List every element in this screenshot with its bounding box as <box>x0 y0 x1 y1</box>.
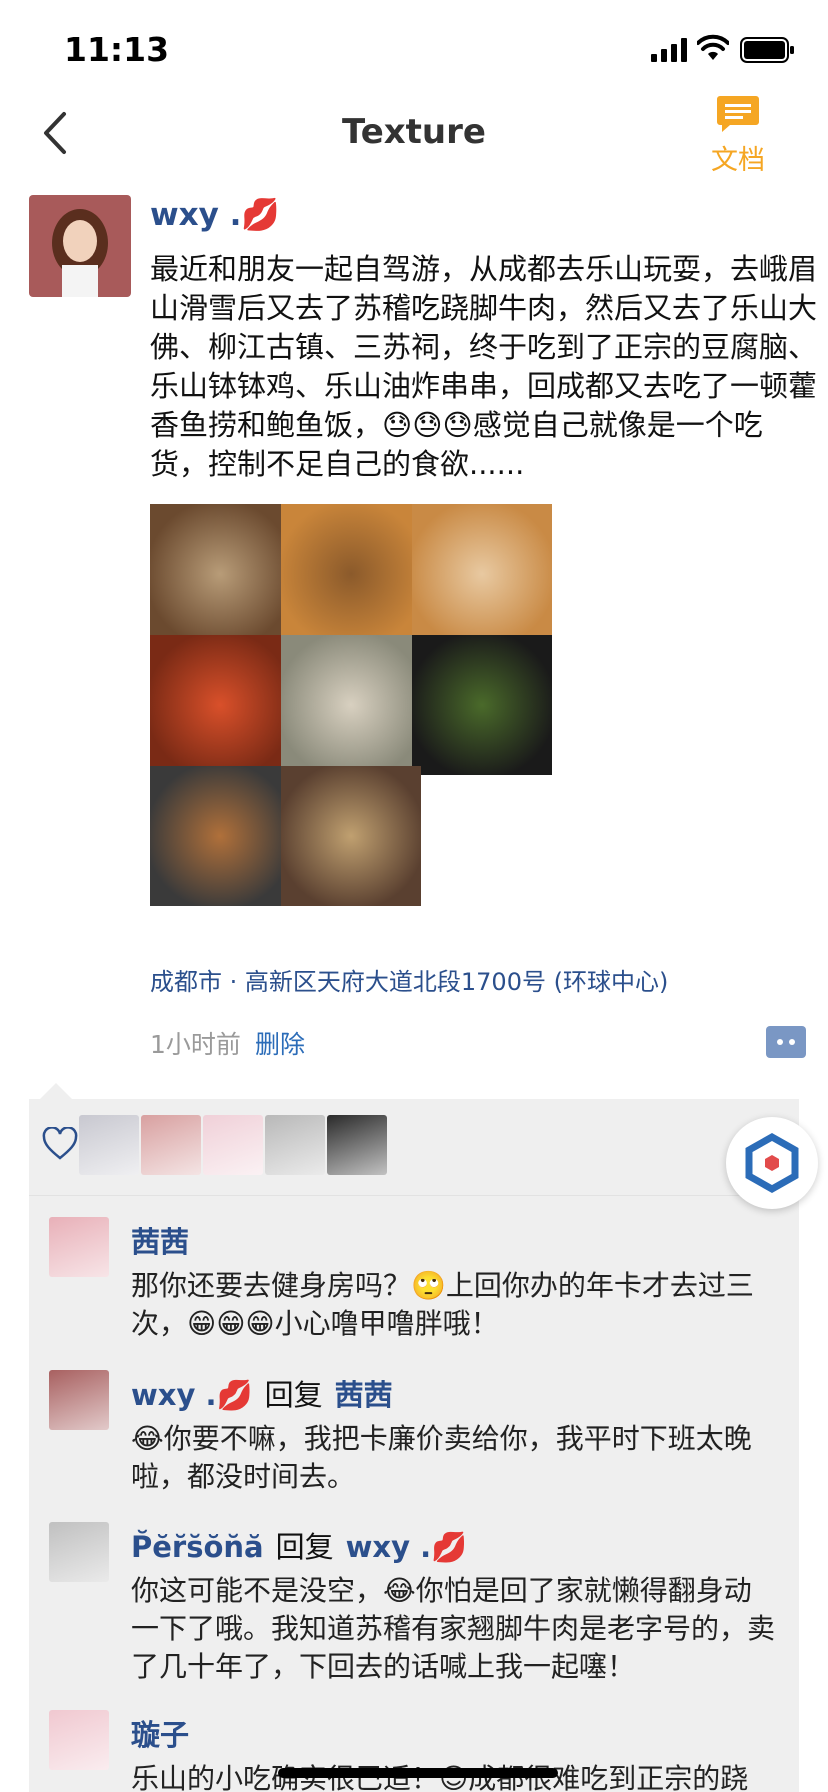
post-location[interactable]: 成都市 · 高新区天府大道北段1700号 (环球中心) <box>150 962 668 997</box>
likes-row <box>29 1105 799 1185</box>
post-timestamp: 1小时前 <box>150 1030 241 1059</box>
navigation-bar: Texture 文档 <box>0 96 828 190</box>
document-button[interactable]: 文档 <box>696 94 780 178</box>
like-avatar-5[interactable] <box>327 1115 387 1175</box>
status-time: 11:13 <box>64 30 170 69</box>
floating-action-button[interactable] <box>726 1117 818 1209</box>
comment-author[interactable]: 璇子 <box>131 1718 189 1752</box>
avatar-illustration <box>29 195 131 297</box>
reply-target[interactable]: 茜茜 <box>335 1378 393 1412</box>
reply-label: 回复 <box>264 1378 323 1412</box>
status-bar: 11:13 <box>0 0 828 100</box>
comment-avatar[interactable] <box>49 1370 109 1430</box>
post-author-avatar[interactable] <box>29 195 131 297</box>
reply-label: 回复 <box>275 1530 334 1564</box>
photo-mushroom-soup[interactable] <box>150 504 290 644</box>
post-author-name[interactable]: wxy .💋 <box>150 196 280 233</box>
comment-more-icon[interactable] <box>766 1026 806 1058</box>
hexagon-logo-icon <box>745 1132 799 1194</box>
post-body-text: 最近和朋友一起自驾游，从成都去乐山玩耍，去峨眉山滑雪后又去了苏稽吃跷脚牛肉，然后… <box>150 252 818 481</box>
photo-noodle-soup[interactable] <box>281 635 421 775</box>
comment-author[interactable]: 茜茜 <box>131 1225 189 1259</box>
comment-avatar[interactable] <box>49 1522 109 1582</box>
home-indicator <box>278 1768 558 1778</box>
comment-text: 你这可能不是没空，😂你怕是回了家就懒得翻身动一下了哦。我知道苏稽有家翘脚牛肉是老… <box>131 1574 776 1683</box>
wifi-icon <box>697 34 729 60</box>
document-icon <box>717 96 759 132</box>
photo-fried-pork[interactable] <box>412 504 552 644</box>
photo-skewers-plate[interactable] <box>281 504 421 644</box>
battery-icon <box>740 37 794 63</box>
delete-button[interactable]: 删除 <box>255 1025 305 1061</box>
cellular-signal-icon <box>651 38 687 62</box>
comment-text: 😂你要不嘛，我把卡廉价卖给你，我平时下班太晚啦，都没时间去。 <box>131 1422 752 1493</box>
comment-avatar[interactable] <box>49 1217 109 1277</box>
comment-author[interactable]: wxy .💋 <box>131 1378 253 1412</box>
like-avatar-1[interactable] <box>79 1115 139 1175</box>
comments-pointer <box>40 1083 72 1099</box>
photo-table-dishes[interactable] <box>281 766 421 906</box>
like-avatar-3[interactable] <box>203 1115 263 1175</box>
photo-hotpot-dark[interactable] <box>412 635 552 775</box>
like-avatar-4[interactable] <box>265 1115 325 1175</box>
reply-target[interactable]: wxy .💋 <box>346 1530 468 1564</box>
heart-icon[interactable] <box>42 1127 78 1161</box>
comment-header: 茜茜 <box>131 1219 189 1261</box>
comment-header: wxy .💋 回复 茜茜 <box>131 1372 393 1414</box>
comment-avatar[interactable] <box>49 1710 109 1770</box>
like-avatar-2[interactable] <box>141 1115 201 1175</box>
likes-divider <box>29 1195 799 1196</box>
comment-text: 那你还要去健身房吗？🙄上回你办的年卡才去过三次，😁😁😁小心噜甲噜胖哦！ <box>131 1269 754 1340</box>
comment-header: 璇子 <box>131 1712 189 1754</box>
document-label: 文档 <box>711 145 765 176</box>
photo-skewer-circle[interactable] <box>150 766 290 906</box>
comment-header: P̆ĕr̆s̆ŏn̆ă 回复 wxy .💋 <box>131 1524 467 1566</box>
comment-author[interactable]: P̆ĕr̆s̆ŏn̆ă <box>131 1530 264 1564</box>
photo-chili-skewers[interactable] <box>150 635 290 775</box>
